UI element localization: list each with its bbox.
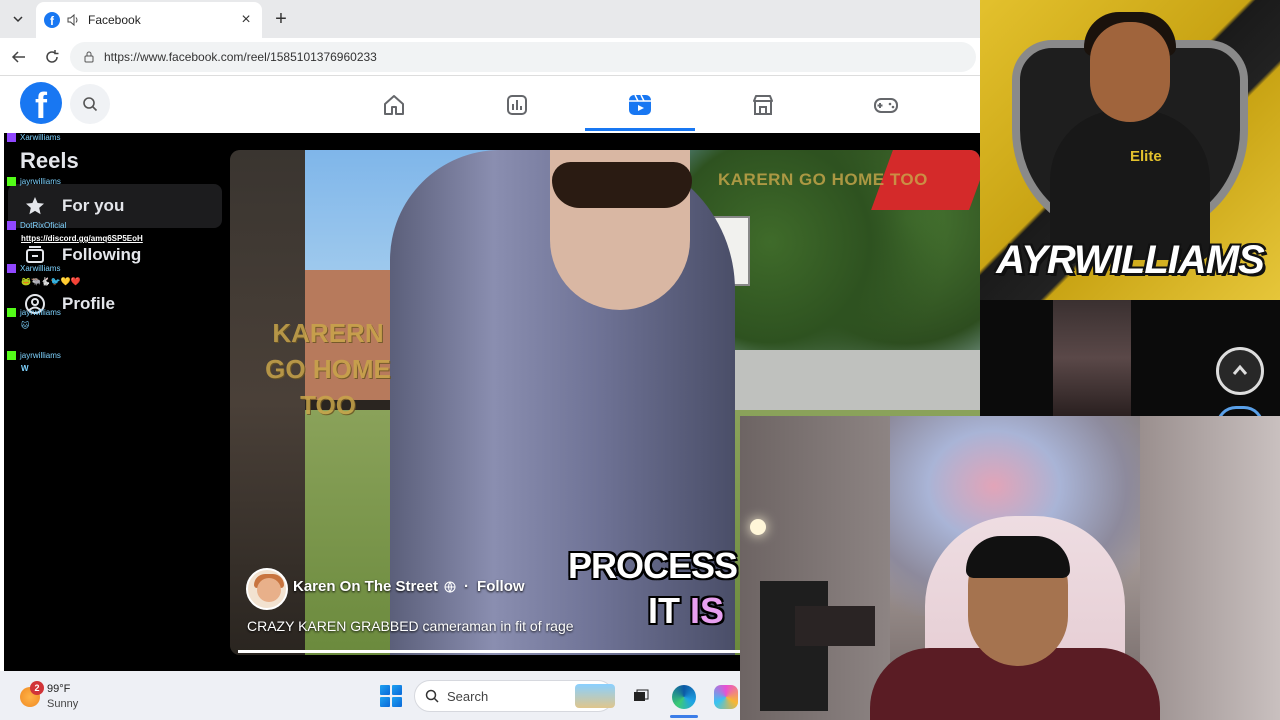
logo-channel-name: AYRWILLIAMS (996, 238, 1265, 282)
reload-button[interactable] (41, 46, 63, 68)
chat-badge-icon (7, 308, 16, 318)
browser-tab-strip: f Facebook × + (0, 0, 980, 38)
next-reel-thumbnail (1053, 300, 1131, 416)
site-info-icon[interactable] (82, 50, 96, 64)
facebook-search-button[interactable] (70, 84, 110, 124)
address-toolbar: https://www.facebook.com/reel/1585101376… (0, 38, 980, 76)
globe-icon (444, 581, 456, 593)
search-icon (83, 97, 98, 112)
webcam-overlay (740, 416, 1280, 720)
weather-condition: Sunny (47, 698, 79, 710)
subtitle-word-highlight: IS (690, 590, 725, 631)
chat-badge-icon (7, 177, 16, 187)
weather-widget[interactable]: 2 99°F Sunny (18, 681, 128, 713)
chat-text: 🐸🐃🐇🐦💛❤️ (21, 277, 81, 286)
weather-temp: 99°F (47, 683, 71, 695)
search-icon (425, 689, 439, 703)
webcam-wall-right (1140, 416, 1280, 720)
author-line: Karen On The Street · Follow (293, 578, 525, 595)
video-subtitle-line2: IT IS (648, 590, 724, 632)
author-name[interactable]: Karen On The Street (293, 578, 438, 595)
chat-user: Xarwilliams (20, 264, 61, 273)
windows-taskbar: 2 99°F Sunny Search (0, 671, 740, 720)
streamer-logo-overlay: Elite AYRWILLIAMS (980, 0, 1280, 300)
task-view-icon[interactable] (632, 687, 650, 705)
chat-text: 🐱 (21, 321, 30, 330)
video-sunglasses (552, 162, 692, 208)
chat-badge-icon (7, 221, 16, 231)
chat-user: DotRixOficial (20, 221, 67, 230)
reel-side-panel (980, 300, 1280, 426)
separator-dot: · (464, 578, 470, 595)
chat-badge-icon (7, 133, 16, 143)
copilot-icon[interactable] (714, 685, 738, 709)
reel-caption: CRAZY KAREN GRABBED cameraman in fit of … (247, 618, 574, 634)
start-button[interactable] (380, 685, 402, 707)
nav-marketplace[interactable] (708, 85, 818, 125)
reels-icon (629, 94, 651, 115)
facebook-favicon-icon: f (44, 12, 60, 28)
gamepad-icon (874, 98, 898, 113)
active-app-indicator (670, 715, 698, 718)
url-field[interactable]: https://www.facebook.com/reel/1585101376… (70, 42, 976, 72)
speaker-icon[interactable] (66, 13, 80, 27)
previous-reel-button[interactable] (1216, 347, 1264, 395)
chart-icon (507, 95, 527, 115)
video-overlay-text-top: KARERN GO HOME TOO (718, 170, 928, 189)
active-nav-indicator (585, 128, 695, 131)
chat-text: https://discord.gg/amq6SP5EoH (21, 234, 143, 243)
webcam-picture-frame (795, 606, 875, 646)
author-avatar[interactable] (246, 568, 288, 610)
back-button[interactable] (8, 46, 30, 68)
webcam-shelf (760, 581, 828, 711)
chat-message: DotRixOficial (7, 221, 67, 231)
chat-message: jayrwilliams (7, 177, 61, 187)
chat-message: jayrwilliams (7, 308, 61, 318)
home-icon (384, 95, 404, 115)
chat-badge-icon (7, 264, 16, 274)
facebook-logo-icon[interactable]: f (20, 82, 62, 124)
follow-button[interactable]: Follow (477, 578, 525, 595)
nav-home[interactable] (339, 85, 449, 125)
subtitle-word: IT (648, 590, 690, 631)
screen: { "browser": { "tab_title": "Facebook", … (0, 0, 1280, 720)
taskbar-search-placeholder: Search (447, 688, 489, 704)
stream-chat-overlay: Xarwilliams jayrwilliams DotRixOficial h… (7, 133, 157, 378)
chat-user: jayrwilliams (20, 351, 61, 360)
webcam-person-hair (966, 536, 1070, 578)
chevron-up-icon (1232, 364, 1248, 375)
edge-browser-icon[interactable] (672, 685, 696, 709)
browser-tab[interactable]: f Facebook × (36, 2, 262, 38)
chat-message: jayrwilliams (7, 351, 61, 361)
chat-text: W (21, 364, 29, 373)
new-tab-button[interactable]: + (270, 8, 292, 30)
chat-user: Xarwilliams (20, 133, 61, 142)
webcam-lamp (750, 519, 766, 535)
facebook-header: f (0, 77, 980, 133)
video-overlay-text-left: KARERN GO HOME TOO (265, 318, 391, 420)
tab-title: Facebook (88, 13, 141, 27)
logo-face (1090, 22, 1170, 122)
url-text: https://www.facebook.com/reel/1585101376… (104, 50, 377, 64)
chat-message: Xarwilliams (7, 133, 61, 143)
chat-user: jayrwilliams (20, 177, 61, 186)
tab-actions-menu-icon[interactable] (6, 8, 30, 30)
chat-message: Xarwilliams (7, 264, 61, 274)
chat-badge-icon (7, 351, 16, 361)
notification-badge: 2 (30, 681, 44, 695)
nav-gaming[interactable] (831, 85, 941, 125)
chat-user: jayrwilliams (20, 308, 61, 317)
nav-reels[interactable] (585, 85, 695, 125)
logo-sponsor: Elite (1130, 148, 1162, 165)
search-highlight-icon[interactable] (575, 684, 615, 708)
tab-close-icon[interactable]: × (238, 11, 254, 28)
marketplace-icon (753, 95, 773, 115)
nav-feeds[interactable] (462, 85, 572, 125)
